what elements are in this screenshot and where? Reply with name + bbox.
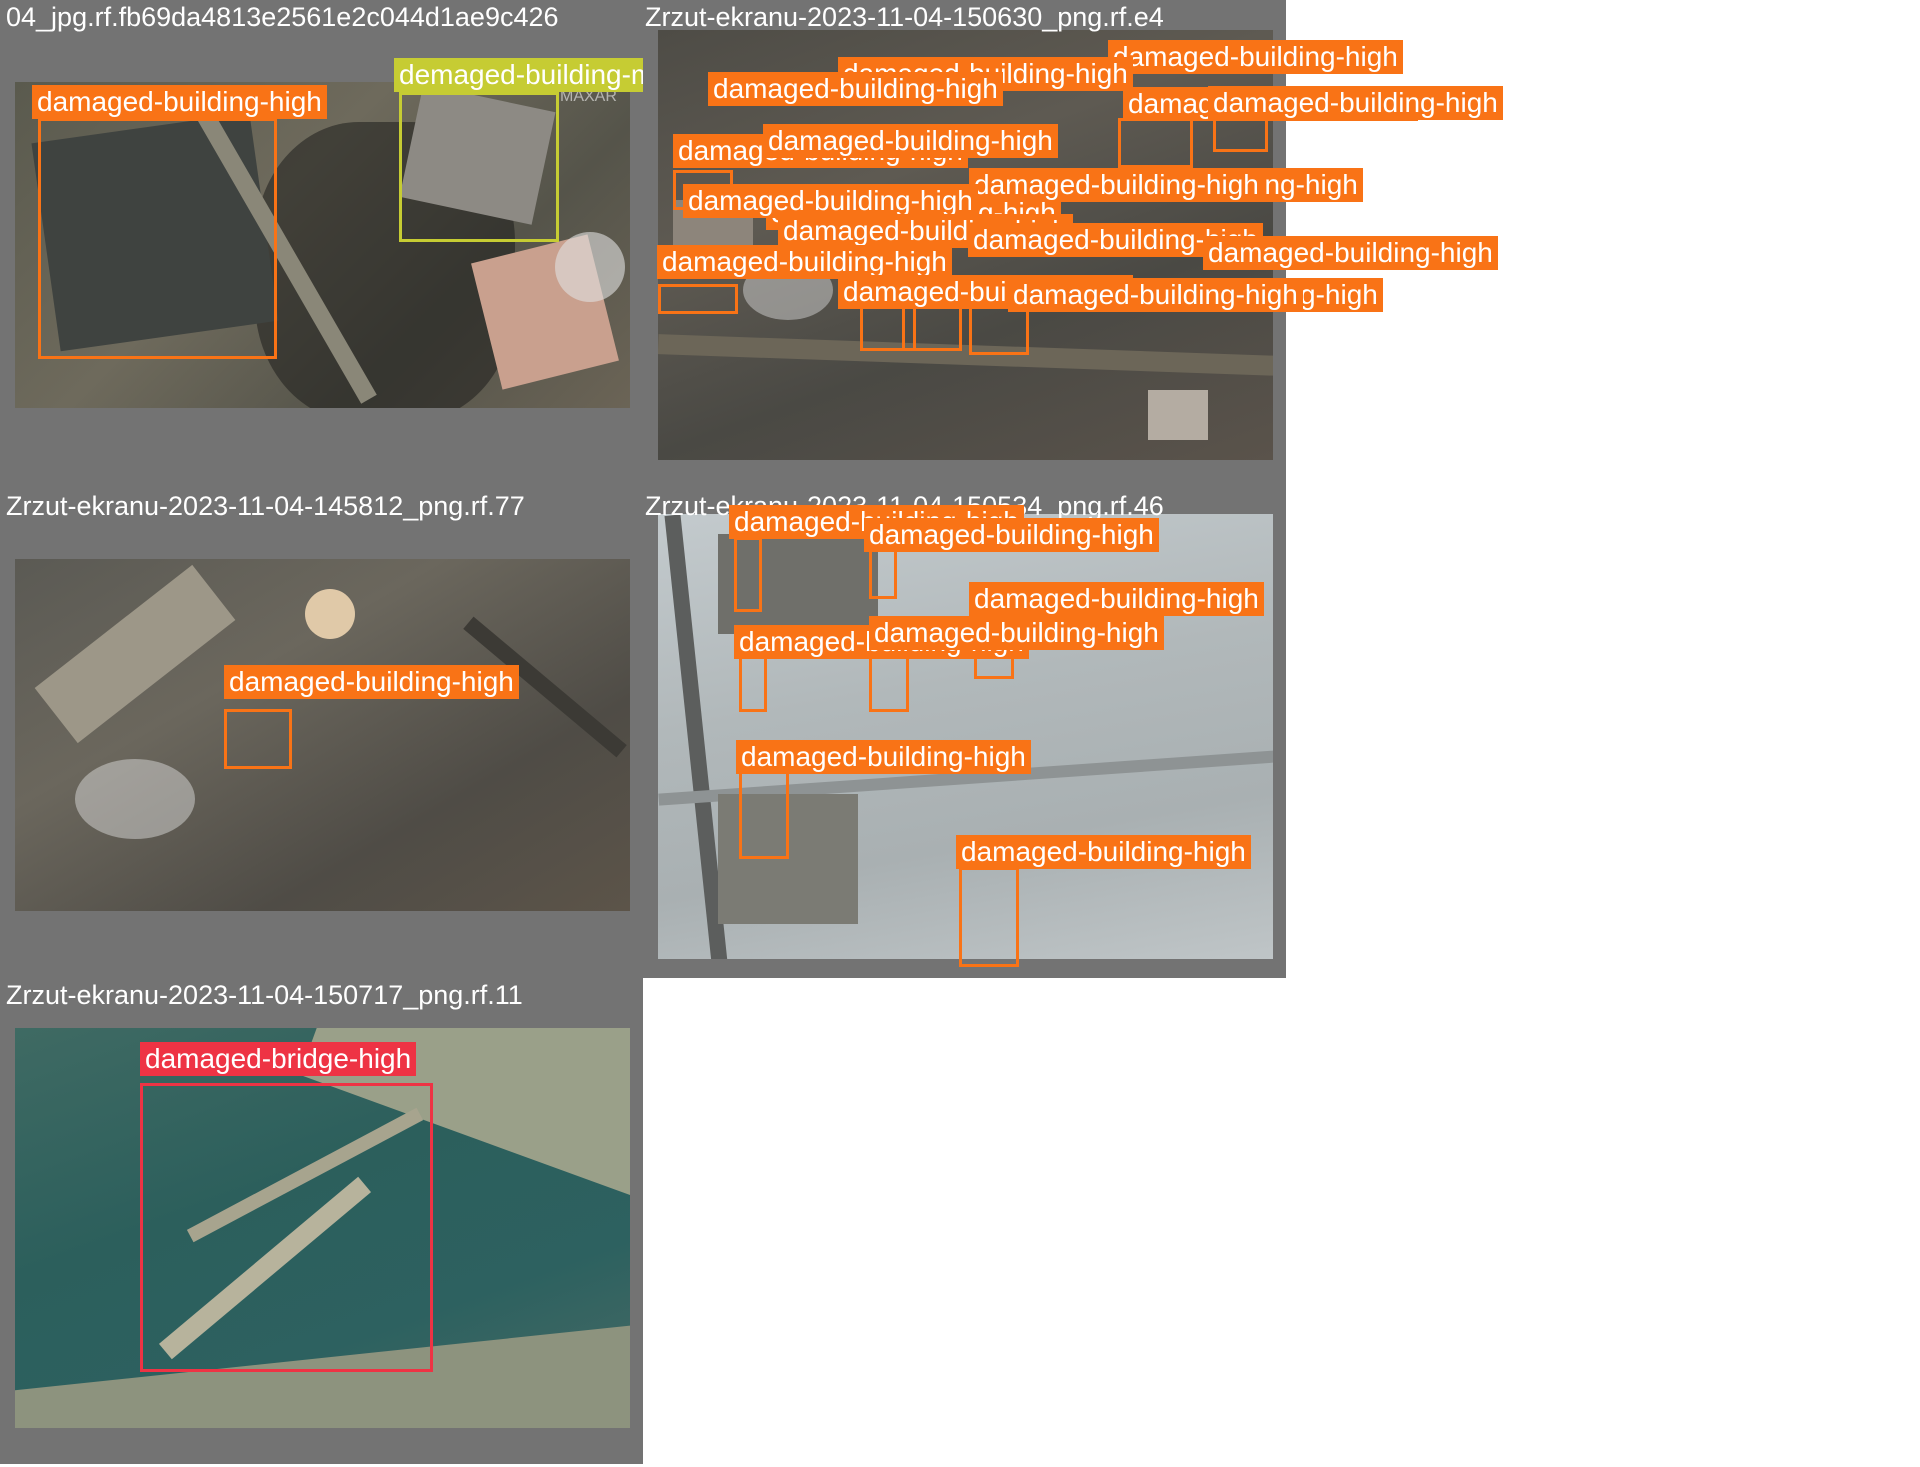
detection-box xyxy=(902,305,962,351)
mosaic-tile-4: Zrzut-ekranu-2023-11-04-150534_png.rf.46… xyxy=(643,489,1289,981)
detection-label: damaged-building-high xyxy=(1208,86,1503,120)
detection-box xyxy=(734,537,762,612)
detection-label: damaged-building-high xyxy=(736,740,1031,774)
tile-title: 04_jpg.rf.fb69da4813e2561e2c044d1ae9c426 xyxy=(6,2,559,32)
image-building-roof xyxy=(1148,390,1208,440)
tile-title: Zrzut-ekranu-2023-11-04-150717_png.rf.11 xyxy=(6,980,523,1010)
detection-label: damaged-building-high xyxy=(708,72,1003,106)
detection-box xyxy=(140,1083,433,1372)
detection-box xyxy=(399,92,559,242)
mosaic-tile-2: Zrzut-ekranu-2023-11-04-150630_png.rf.e4… xyxy=(643,0,1503,492)
detection-label: damaged-building-high xyxy=(1008,278,1303,312)
detection-label: damaged-building-high xyxy=(683,184,978,218)
detection-box xyxy=(38,118,277,359)
image-road xyxy=(658,334,1273,376)
detection-label: damaged-building-high xyxy=(869,616,1164,650)
detection-label: demaged-building-medium xyxy=(394,58,643,92)
mosaic-tile-5: Zrzut-ekranu-2023-11-04-150717_png.rf.11… xyxy=(0,978,646,1467)
detection-box xyxy=(658,284,738,314)
detection-label: damaged-building-high xyxy=(224,665,519,699)
detection-box xyxy=(959,867,1019,967)
detection-label: damaged-building-high xyxy=(1108,40,1403,74)
tile-title: Zrzut-ekranu-2023-11-04-150630_png.rf.e4 xyxy=(645,2,1164,32)
detection-box xyxy=(1118,118,1193,168)
detection-box xyxy=(224,709,292,769)
detection-label: damaged-building-high xyxy=(657,245,952,279)
satellite-image xyxy=(15,559,630,911)
mosaic-tile-3: Zrzut-ekranu-2023-11-04-145812_png.rf.77… xyxy=(0,489,646,981)
detection-label: damaged-building-high xyxy=(969,582,1264,616)
detection-label: damaged-bridge-high xyxy=(140,1042,417,1076)
detection-label: damaged-building-high xyxy=(32,85,327,119)
detection-box xyxy=(1213,118,1268,152)
image-church-domes xyxy=(305,589,355,639)
detection-box xyxy=(969,305,1029,355)
detection-box xyxy=(739,769,789,859)
mosaic-tile-1: MAXAR 04_jpg.rf.fb69da4813e2561e2c044d1a… xyxy=(0,0,646,492)
detection-label: damaged-building-high xyxy=(864,518,1159,552)
detection-label: damaged-building-high xyxy=(763,124,1058,158)
tile-title: Zrzut-ekranu-2023-11-04-145812_png.rf.77 xyxy=(6,491,525,521)
image-building-roof xyxy=(34,564,236,744)
detection-label: damaged-building-high xyxy=(956,835,1251,869)
detection-label: damaged-building-high xyxy=(1203,236,1498,270)
image-snow-patch xyxy=(75,759,195,839)
detection-label: damaged-building-high xyxy=(969,168,1264,202)
image-smoke xyxy=(555,232,625,302)
